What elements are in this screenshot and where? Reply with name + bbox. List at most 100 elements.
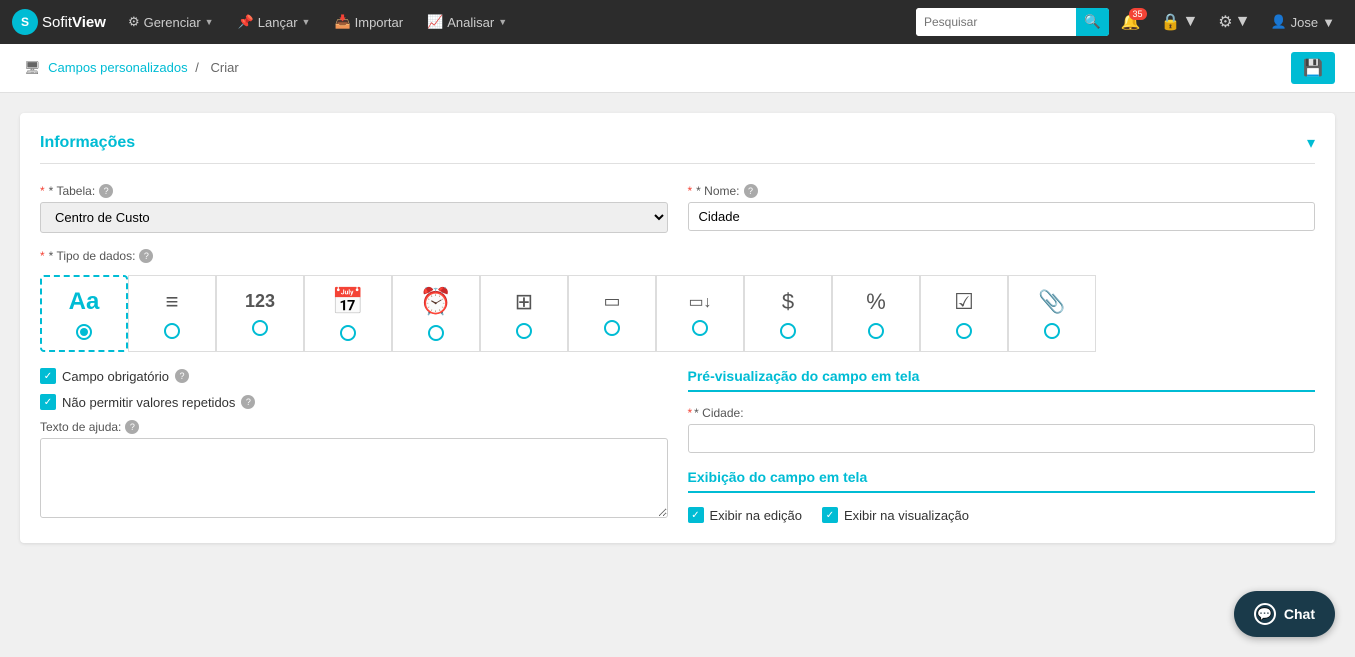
type-radio-datetime[interactable] [428,325,444,341]
text-type-icon: Aa [69,288,100,316]
type-icon-attachment[interactable]: 📎 [1008,275,1096,352]
no-repeat-label: Não permitir valores repetidos [62,395,235,410]
show-edit-checkbox[interactable]: ✓ [688,507,704,523]
nome-label: * * Nome: ? [688,184,1316,198]
nav-lancar[interactable]: 📌 Lançar ▼ [228,8,321,36]
grid-type-icon: ⊞ [515,289,533,315]
help-text-input[interactable] [40,438,668,518]
monitor-icon: 🖥 [24,60,41,75]
type-radio-input1[interactable] [604,320,620,336]
tipo-help-icon[interactable]: ? [139,249,153,263]
input2-type-icon: ▭↓ [688,292,711,312]
lock-icon-btn[interactable]: 🔒 ▼ [1153,8,1207,36]
field-nome: * * Nome: ? [688,184,1316,233]
preview-field-label: * * Cidade: [688,406,1316,420]
percent-type-icon: % [866,289,886,315]
nome-input[interactable] [688,202,1316,231]
chat-icon: 💬 [1254,603,1276,625]
type-radio-input2[interactable] [692,320,708,336]
brand-logo: S [12,9,38,35]
checkbox-type-icon: ☑ [954,289,974,315]
no-repeat-checkbox[interactable]: ✓ [40,394,56,410]
type-icon-text[interactable]: Aa [40,275,128,352]
section-title: Informações [40,134,135,152]
type-icon-number[interactable]: 123 [216,275,304,352]
display-options: ✓ Exibir na edição ✓ Exibir na visualiza… [688,507,1316,523]
chevron-down-icon: ▼ [498,17,507,27]
chat-button[interactable]: 💬 Chat [1234,591,1335,637]
type-radio-attachment[interactable] [1044,323,1060,339]
save-button[interactable]: 💾 [1291,52,1335,84]
type-icon-multiline[interactable]: ≡ [128,275,216,352]
nav-analisar[interactable]: 📈 Analisar ▼ [417,8,517,36]
type-radio-number[interactable] [252,320,268,336]
number-type-icon: 123 [245,291,275,312]
type-icon-grid[interactable]: ⊞ [480,275,568,352]
display-title: Exibição do campo em tela [688,469,1316,493]
preview-field-input[interactable] [688,424,1316,453]
search-input[interactable] [916,8,1076,36]
breadcrumb-bar: 🖥 Campos personalizados / Criar 💾 [0,44,1355,93]
no-repeat-row: ✓ Não permitir valores repetidos ? [40,394,668,410]
notification-badge: 35 [1129,8,1147,20]
currency-type-icon: $ [782,289,794,315]
field-tipo: * * Tipo de dados: ? [40,249,1315,263]
collapse-icon[interactable]: ▾ [1307,133,1315,153]
type-radio-multiline[interactable] [164,323,180,339]
right-preview: Pré-visualização do campo em tela * * Ci… [688,368,1316,523]
nav-importar[interactable]: 📥 Importar [324,8,413,36]
type-icon-input2[interactable]: ▭↓ [656,275,744,352]
datetime-type-icon: ⏰ [420,286,452,317]
required-help-icon[interactable]: ? [175,369,189,383]
user-icon: 👤 [1270,14,1286,30]
help-text-label: Texto de ajuda: ? [40,420,668,434]
help-text-help-icon[interactable]: ? [125,420,139,434]
breadcrumb-current: Criar [210,60,238,75]
left-options: ✓ Campo obrigatório ? ✓ Não permitir val… [40,368,668,523]
type-icon-percent[interactable]: % [832,275,920,352]
type-radio-text[interactable] [76,324,92,340]
preview-title: Pré-visualização do campo em tela [688,368,1316,392]
type-radio-percent[interactable] [868,323,884,339]
tipo-label: * * Tipo de dados: ? [40,249,1315,263]
brand-name: SofitView [42,14,106,31]
type-radio-currency[interactable] [780,323,796,339]
nome-help-icon[interactable]: ? [744,184,758,198]
type-icon-datetime[interactable]: ⏰ [392,275,480,352]
tabela-select[interactable]: Centro de Custo [40,202,668,233]
launch-icon: 📌 [238,14,254,30]
show-view-checkbox[interactable]: ✓ [822,507,838,523]
main-content: Informações ▾ * * Tabela: ? Centro de Cu… [0,93,1355,563]
settings-icon-btn[interactable]: ⚙ ▼ [1210,8,1258,36]
notification-bell[interactable]: 🔔 35 [1113,8,1149,36]
show-view-option: ✓ Exibir na visualização [822,507,969,523]
type-radio-checkbox[interactable] [956,323,972,339]
no-repeat-help-icon[interactable]: ? [241,395,255,409]
type-icon-date[interactable]: 📅 [304,275,392,352]
brand: S SofitView [12,9,106,35]
breadcrumb-separator: / [195,60,199,75]
date-type-icon: 📅 [332,286,364,317]
user-menu[interactable]: 👤 Jose ▼ [1262,10,1343,34]
nav-gerenciar[interactable]: ⚙ Gerenciar ▼ [118,8,224,36]
type-icon-checkbox[interactable]: ☑ [920,275,1008,352]
required-row: ✓ Campo obrigatório ? [40,368,668,384]
breadcrumb-parent[interactable]: Campos personalizados [48,60,187,75]
input1-type-icon: ▭ [603,291,620,312]
type-icon-input1[interactable]: ▭ [568,275,656,352]
import-icon: 📥 [334,14,350,30]
field-tabela: * * Tabela: ? Centro de Custo [40,184,668,233]
chart-icon: 📈 [427,14,443,30]
navbar: S SofitView ⚙ Gerenciar ▼ 📌 Lançar ▼ 📥 I… [0,0,1355,44]
two-col-section: ✓ Campo obrigatório ? ✓ Não permitir val… [40,368,1315,523]
required-checkbox[interactable]: ✓ [40,368,56,384]
form-card: Informações ▾ * * Tabela: ? Centro de Cu… [20,113,1335,543]
type-radio-date[interactable] [340,325,356,341]
type-radio-grid[interactable] [516,323,532,339]
show-edit-label: Exibir na edição [710,508,803,523]
required-label: Campo obrigatório [62,369,169,384]
type-icon-currency[interactable]: $ [744,275,832,352]
chevron-down-icon: ▼ [205,17,214,27]
search-button[interactable]: 🔍 [1076,8,1109,36]
tabela-help-icon[interactable]: ? [99,184,113,198]
